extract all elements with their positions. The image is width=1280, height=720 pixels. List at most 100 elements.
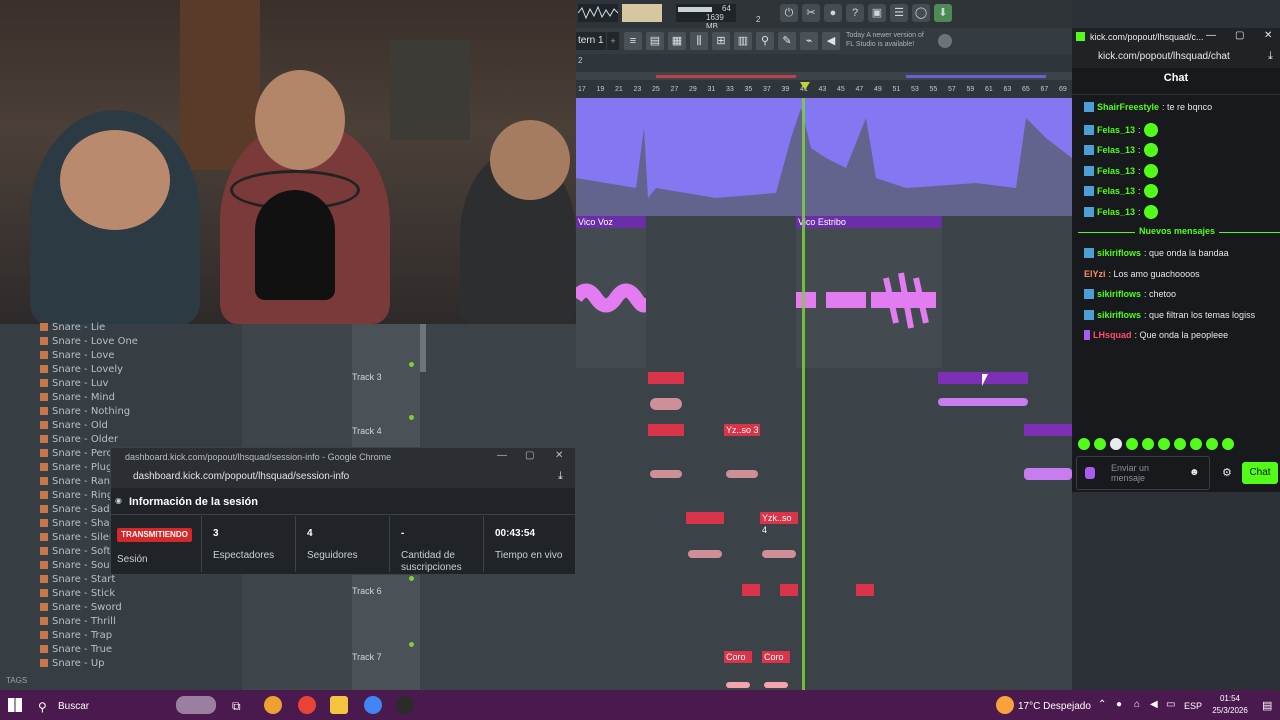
- clip-red-6[interactable]: [856, 584, 874, 596]
- browser-item[interactable]: Snare - Love: [40, 348, 114, 362]
- browser-item[interactable]: Snare - Nothing: [40, 404, 130, 418]
- fl-studio-icon[interactable]: [264, 696, 282, 714]
- mic-icon[interactable]: ●: [824, 4, 842, 22]
- emote-icon[interactable]: [1142, 438, 1154, 450]
- pen-icon[interactable]: ✎: [778, 32, 796, 50]
- mic-tray-icon[interactable]: ●: [1116, 699, 1122, 710]
- chat-input-box[interactable]: Enviar un mensaje ☻: [1076, 456, 1210, 490]
- browser-item[interactable]: Snare - Older: [40, 432, 118, 446]
- file-explorer-icon[interactable]: [330, 696, 348, 714]
- emoji-icon[interactable]: ☻: [1189, 467, 1200, 478]
- chat-send-button[interactable]: Chat: [1242, 462, 1278, 484]
- chat-username[interactable]: sikiriflows: [1097, 289, 1141, 299]
- track-3-label[interactable]: Track 3: [352, 372, 382, 382]
- emote-icon[interactable]: [1174, 438, 1186, 450]
- reset-icon[interactable]: ⏻: [780, 4, 798, 22]
- clock-date[interactable]: 25/3/2026: [1204, 706, 1256, 715]
- taskbar-search[interactable]: Buscar: [58, 701, 89, 712]
- browser-item[interactable]: Snare - Thrill: [40, 614, 116, 628]
- audio-clip-top[interactable]: [576, 98, 1072, 216]
- download-icon[interactable]: ⤓: [1268, 50, 1273, 63]
- clip-vico-voz-header[interactable]: Vico Voz: [576, 216, 646, 228]
- maximize-icon[interactable]: ▢: [1235, 30, 1244, 41]
- minimize-icon[interactable]: —: [497, 450, 507, 461]
- emote-icon[interactable]: [1094, 438, 1106, 450]
- clip-coro-1[interactable]: Coro: [724, 651, 752, 663]
- piano-roll-icon[interactable]: ▤: [646, 32, 664, 50]
- browser-item[interactable]: Snare - True: [40, 642, 112, 656]
- browser-item[interactable]: Snare - Mind: [40, 390, 115, 404]
- chat-username[interactable]: sikiriflows: [1097, 248, 1141, 258]
- browser-item[interactable]: Snare - Sad: [40, 502, 110, 516]
- plug-icon[interactable]: ⚲: [756, 32, 774, 50]
- browser-item[interactable]: Snare - Luv: [40, 376, 108, 390]
- help-icon[interactable]: ?: [846, 4, 864, 22]
- search-icon[interactable]: ⚲: [38, 700, 47, 714]
- chat-username[interactable]: LHsquad: [1093, 330, 1132, 340]
- chat-message[interactable]: Felas_13:: [1084, 184, 1158, 199]
- browser-item[interactable]: Snare - Lovely: [40, 362, 123, 376]
- stamp-icon[interactable]: ⌁: [800, 32, 818, 50]
- track-7-led[interactable]: [409, 642, 414, 647]
- pattern-selector[interactable]: tern 1: [576, 32, 606, 50]
- track-6-led[interactable]: [409, 576, 414, 581]
- chat-message[interactable]: LHsquad: Que onda la peopleee: [1084, 330, 1228, 341]
- speaker-icon[interactable]: ◀: [822, 32, 840, 50]
- clip-vico-estribo[interactable]: [796, 228, 942, 368]
- chat-username[interactable]: Felas_13: [1097, 125, 1135, 135]
- chat-username[interactable]: ShairFreestyle: [1097, 102, 1159, 112]
- clip-purple-2[interactable]: [1024, 424, 1072, 436]
- track-4-label[interactable]: Track 4: [352, 426, 382, 436]
- chat-username[interactable]: Felas_13: [1097, 207, 1135, 217]
- timeline-ruler[interactable]: 2 17 19 21 23 25 27 29 31 33 35 37 39 41 43 45 47 49 51 53…: [576, 54, 1072, 98]
- tags-label[interactable]: TAGS: [6, 676, 27, 685]
- browser-icon[interactable]: ⊞: [712, 32, 730, 50]
- close-icon[interactable]: ✕: [1264, 30, 1272, 41]
- download-icon[interactable]: ⤓: [558, 470, 563, 483]
- close-icon[interactable]: ✕: [555, 450, 563, 461]
- task-view-icon[interactable]: ⧉: [232, 699, 241, 714]
- browser-item[interactable]: Snare - Ring: [40, 488, 113, 502]
- clip-yzk-so4[interactable]: Yzk..so 4: [760, 512, 798, 535]
- chat-icon[interactable]: ◯: [912, 4, 930, 22]
- clip-vico-voz[interactable]: [570, 228, 653, 368]
- clip-vico-estribo-header[interactable]: Vico Estribo: [796, 216, 942, 228]
- start-icon[interactable]: [8, 698, 22, 712]
- channel-rack-icon[interactable]: ▦: [668, 32, 686, 50]
- browser-item[interactable]: Snare - Sword: [40, 600, 122, 614]
- mixer-icon[interactable]: ☰: [890, 4, 908, 22]
- browser-item[interactable]: Snare - Lie: [40, 320, 105, 334]
- chrome-active-icon[interactable]: [364, 696, 382, 714]
- browser-item[interactable]: Snare - Start: [40, 572, 115, 586]
- update-icon[interactable]: [938, 34, 952, 48]
- session-url[interactable]: dashboard.kick.com/popout/lhsquad/sessio…: [111, 466, 575, 488]
- save-icon[interactable]: ▣: [868, 4, 886, 22]
- battery-icon[interactable]: ▭: [1166, 699, 1175, 710]
- clip-red-5[interactable]: [780, 584, 798, 596]
- clip-coro-2[interactable]: Coro: [762, 651, 790, 663]
- clip-red-2[interactable]: [648, 424, 684, 436]
- notification-icon[interactable]: ▤: [1262, 699, 1272, 712]
- clip-red-4[interactable]: [742, 584, 760, 596]
- chat-message[interactable]: Felas_13:: [1084, 205, 1158, 219]
- volume-icon[interactable]: ◀: [1150, 699, 1158, 710]
- playhead-marker[interactable]: [800, 82, 810, 90]
- track-3-led[interactable]: [409, 362, 414, 367]
- chat-input-placeholder[interactable]: Enviar un mensaje: [1111, 463, 1181, 483]
- plugin-icon[interactable]: ▥: [734, 32, 752, 50]
- chat-message[interactable]: Felas_13:: [1084, 163, 1158, 178]
- chat-username[interactable]: Felas_13: [1097, 186, 1135, 196]
- browser-item[interactable]: Snare - Silent: [40, 530, 119, 544]
- browser-item[interactable]: Snare - Plugg: [40, 460, 119, 474]
- playlist-icon[interactable]: ≡: [624, 32, 642, 50]
- browser-item[interactable]: Snare - Trap: [40, 628, 112, 642]
- browser-item[interactable]: Snare - Love One: [40, 334, 138, 348]
- track-6-label[interactable]: Track 6: [352, 586, 382, 596]
- chrome-icon[interactable]: [298, 696, 316, 714]
- browser-item[interactable]: Snare - Stick: [40, 586, 115, 600]
- new-messages-label[interactable]: Nuevos mensajes: [1135, 226, 1220, 236]
- emote-icon[interactable]: [1126, 438, 1138, 450]
- playlist-scrollbar[interactable]: [420, 324, 426, 372]
- browser-item[interactable]: Snare - Up: [40, 656, 105, 670]
- clock-time[interactable]: 01:54: [1210, 694, 1250, 703]
